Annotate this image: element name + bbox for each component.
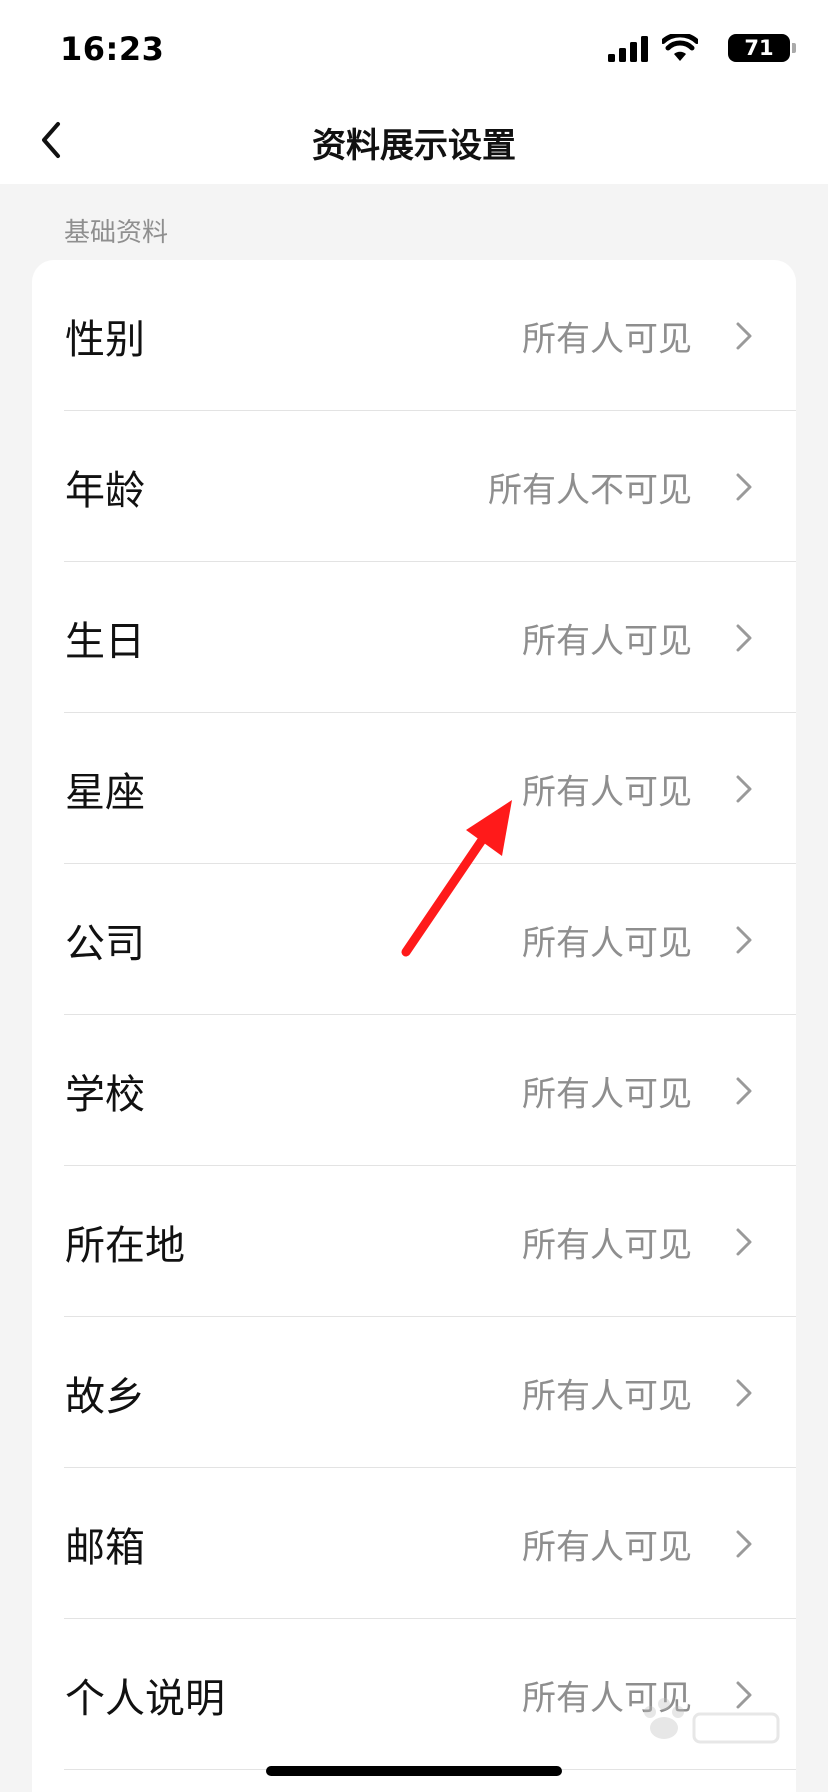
row-value: 所有人可见 (522, 319, 692, 359)
nav-bar: 资料展示设置 (0, 96, 828, 184)
row-label: 故乡 (65, 1373, 145, 1420)
settings-row-constellation[interactable]: 星座 所有人可见 (32, 713, 796, 864)
status-time: 16:23 (60, 30, 165, 68)
row-value: 所有人可见 (522, 772, 692, 812)
row-label: 个人说明 (65, 1675, 225, 1722)
settings-row-hometown[interactable]: 故乡 所有人可见 (32, 1317, 796, 1468)
row-label: 性别 (65, 316, 145, 363)
row-value: 所有人可见 (522, 1376, 692, 1416)
section-header: 基础资料 (64, 218, 169, 248)
wifi-icon (662, 34, 698, 61)
settings-row-location[interactable]: 所在地 所有人可见 (32, 1166, 796, 1317)
battery-cap (792, 43, 796, 53)
settings-row-birthday[interactable]: 生日 所有人可见 (32, 562, 796, 713)
row-label: 星座 (65, 769, 145, 816)
settings-row-bio[interactable]: 个人说明 所有人可见 (32, 1619, 796, 1770)
battery-icon: 71 (728, 34, 796, 62)
home-indicator (266, 1766, 562, 1776)
chevron-right-icon (736, 322, 752, 349)
settings-row-age[interactable]: 年龄 所有人不可见 (32, 411, 796, 562)
row-label: 邮箱 (65, 1524, 145, 1571)
chevron-right-icon (736, 1379, 752, 1406)
chevron-right-icon (736, 1228, 752, 1255)
settings-row-email[interactable]: 邮箱 所有人可见 (32, 1468, 796, 1619)
chevron-right-icon (736, 1077, 752, 1104)
row-value: 所有人可见 (522, 1678, 692, 1718)
battery-level: 71 (744, 36, 774, 60)
settings-row-company[interactable]: 公司 所有人可见 (32, 864, 796, 1015)
row-value: 所有人可见 (522, 621, 692, 661)
page-title: 资料展示设置 (312, 126, 516, 166)
row-value: 所有人可见 (522, 1074, 692, 1114)
status-icons: 71 (590, 34, 796, 64)
chevron-right-icon (736, 624, 752, 651)
row-label: 所在地 (65, 1222, 185, 1269)
chevron-right-icon (736, 775, 752, 802)
row-value: 所有人可见 (522, 1225, 692, 1265)
row-value: 所有人可见 (522, 1527, 692, 1567)
row-label: 年龄 (65, 467, 145, 514)
status-bar: 16:23 71 (0, 0, 828, 96)
chevron-right-icon (736, 1681, 752, 1708)
row-label: 公司 (65, 920, 145, 967)
row-value: 所有人不可见 (488, 470, 692, 510)
settings-row-gender[interactable]: 性别 所有人可见 (32, 260, 796, 411)
row-value: 所有人可见 (522, 923, 692, 963)
settings-card: 性别 所有人可见 年龄 所有人不可见 生日 所有人可见 星座 所有人可见 公司 … (32, 260, 796, 1792)
chevron-right-icon (736, 926, 752, 953)
row-label: 学校 (65, 1071, 145, 1118)
chevron-right-icon (736, 1530, 752, 1557)
chevron-right-icon (736, 473, 752, 500)
row-label: 生日 (65, 618, 145, 665)
settings-row-school[interactable]: 学校 所有人可见 (32, 1015, 796, 1166)
signal-icon (608, 36, 648, 62)
